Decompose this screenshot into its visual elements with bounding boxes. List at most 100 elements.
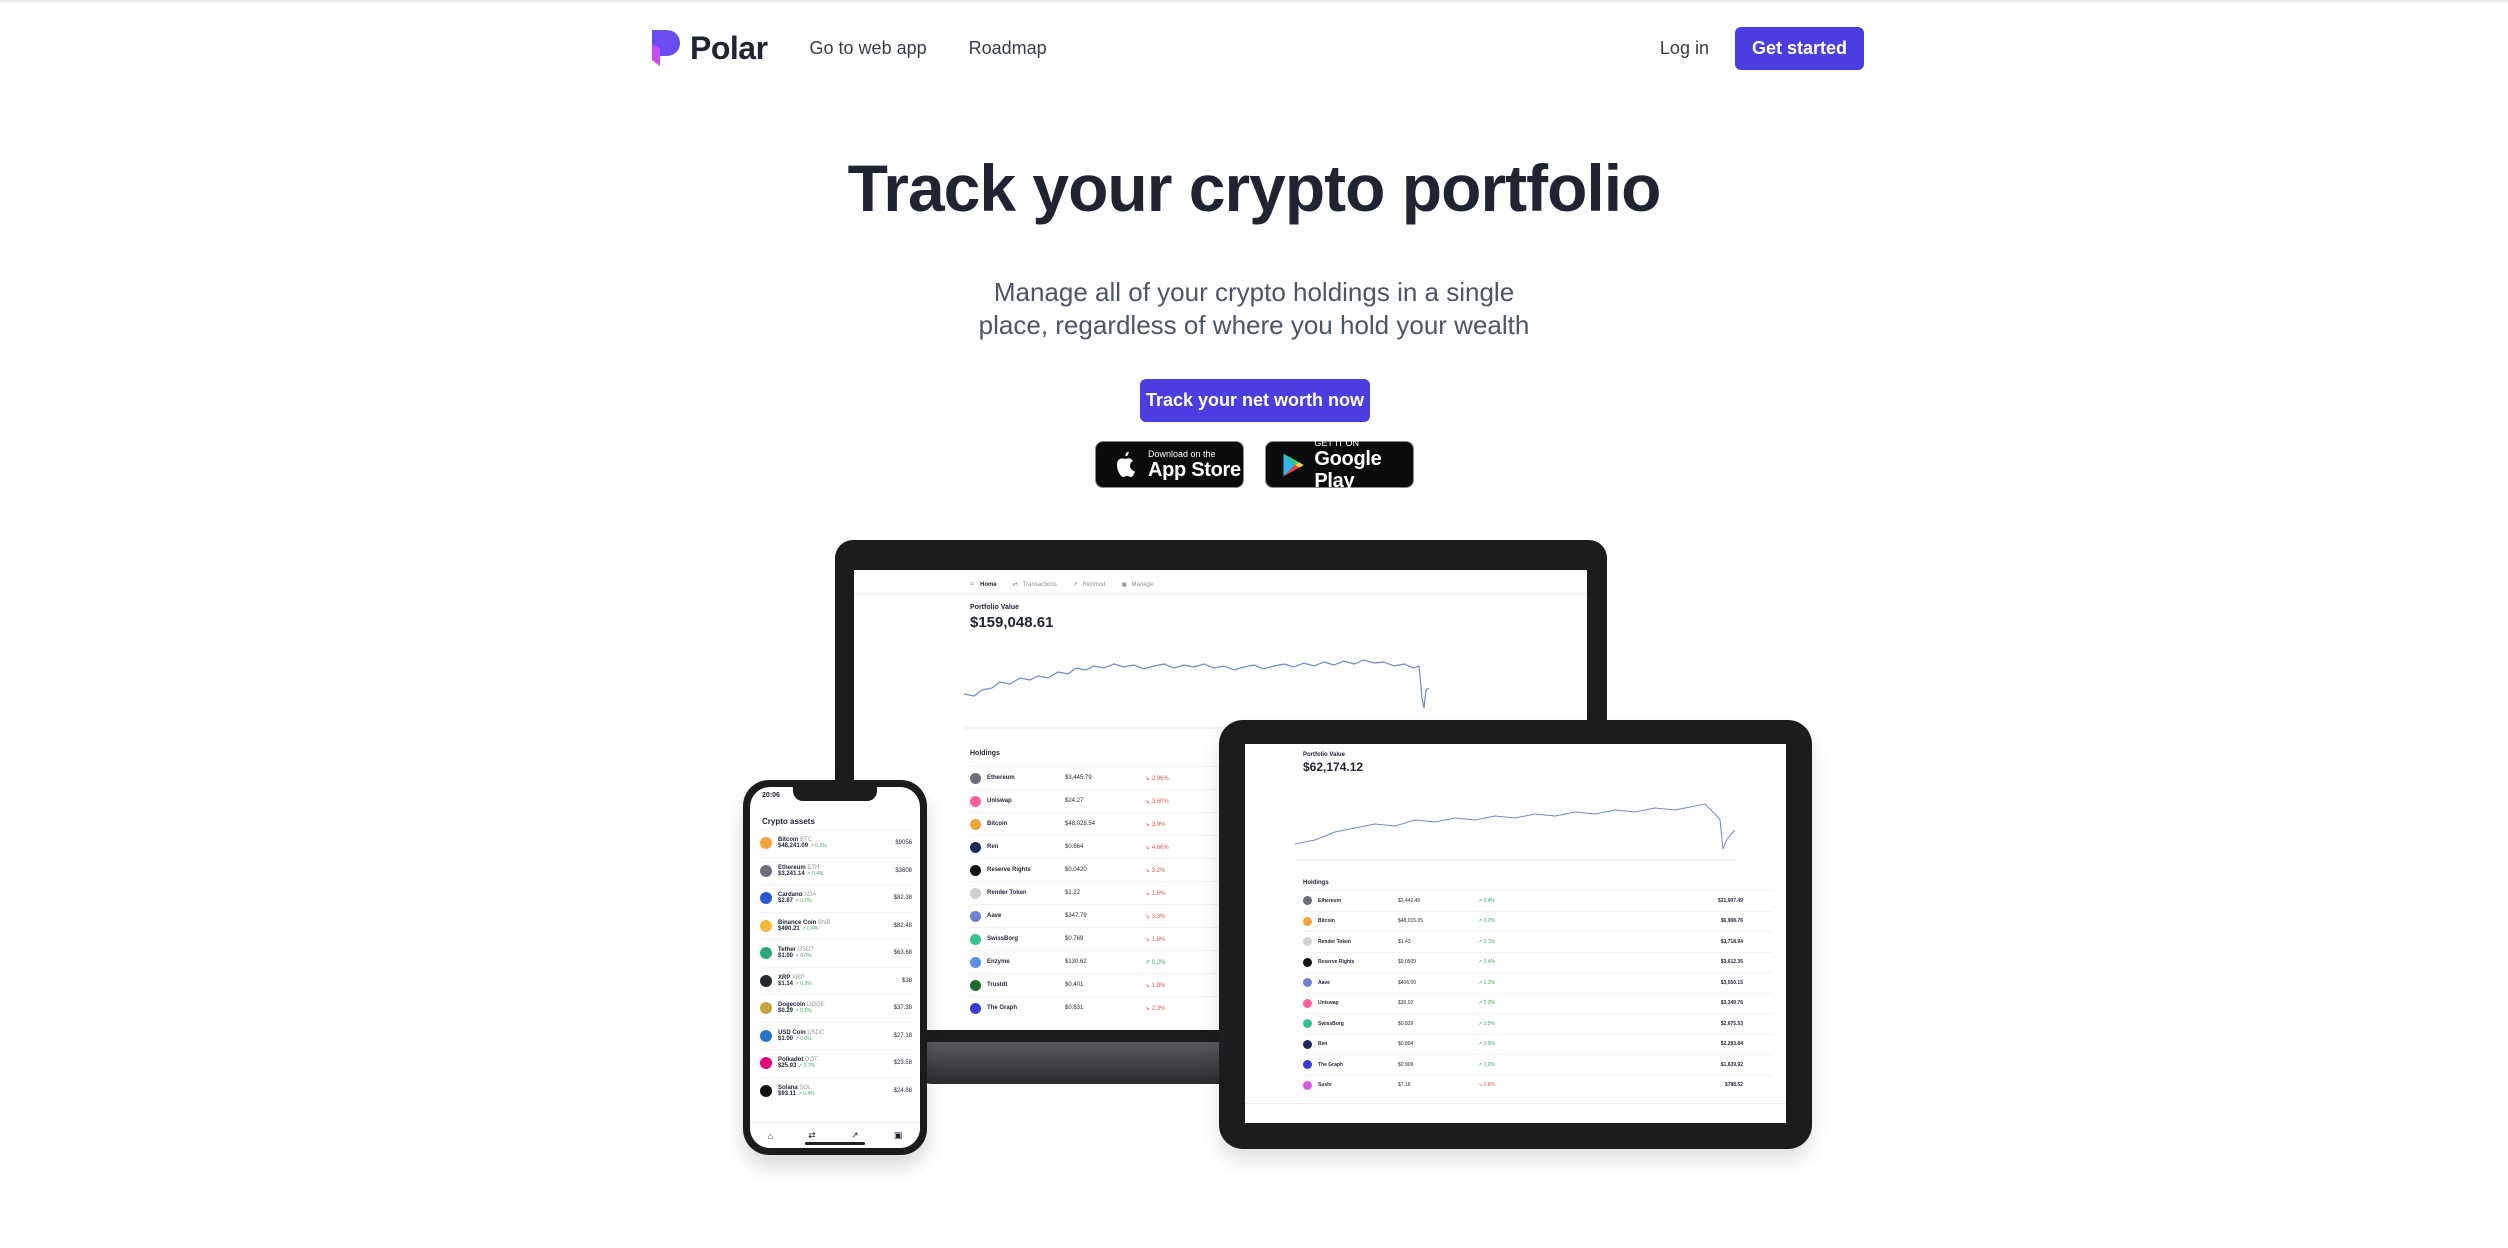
tablet-holding-row[interactable]: Sushi $7.16 ↘ 0.8% $788.52 xyxy=(1303,1074,1773,1096)
tablet-holding-row[interactable]: SwissBorg $0.839 ↗ 0.5% $2,675.53 xyxy=(1303,1013,1773,1034)
tab-manage[interactable]: ▣ Manage xyxy=(1121,576,1153,593)
holding-name-text: Trustdt xyxy=(987,982,1008,988)
app-store-big-text: App Store xyxy=(1148,458,1241,481)
holding-name: Trustdt xyxy=(970,979,1065,991)
phone-asset-info: Solana SOL $93.11 ↗ 0.4% xyxy=(778,1085,894,1097)
holding-name-text: Render Token xyxy=(987,890,1027,896)
login-link[interactable]: Log in xyxy=(1660,38,1709,59)
phone-asset-value: $82.48 xyxy=(893,922,912,929)
tab-renmod-label: Renmod xyxy=(1082,581,1106,588)
tablet-holding-name-text: Ethereum xyxy=(1318,897,1342,904)
holding-name-text: Enzyme xyxy=(987,959,1010,965)
tablet-holding-name-text: Sushi xyxy=(1318,1082,1332,1089)
holding-change: ↗ 0.2% xyxy=(1145,959,1166,966)
phone-asset-price: $2.87 xyxy=(778,898,794,905)
phone-trend-icon[interactable]: ↗ xyxy=(851,1130,859,1141)
phone-asset-row[interactable]: Solana SOL $93.11 ↗ 0.4% $24.88 xyxy=(760,1076,912,1105)
phone-asset-value: $82.38 xyxy=(893,895,912,902)
holding-price: $0.401 xyxy=(1065,982,1084,988)
phone-screen: 20:06 Crypto assets Bitcoin BTC $48,241.0… xyxy=(750,787,920,1148)
holding-price: $0.664 xyxy=(1065,844,1084,850)
tablet-holding-name: Ethereum xyxy=(1303,896,1398,906)
hero-subtitle: Manage all of your crypto holdings in a … xyxy=(954,276,1554,342)
google-play-badge[interactable]: GET IT ON Google Play xyxy=(1265,438,1414,492)
tablet-holding-row[interactable]: Reserve Rights $0.0509 ↗ 0.4% $3,612.35 xyxy=(1303,951,1773,973)
phone-asset-price: $3,241.14 xyxy=(778,870,805,877)
app-store-text: Download on the App Store xyxy=(1148,449,1241,481)
holding-price: $1.22 xyxy=(1065,890,1081,896)
coin-icon xyxy=(970,979,981,991)
phone-asset-change: ↗ 0.2% xyxy=(794,898,812,905)
tablet-holding-row[interactable]: Ren $0.804 ↗ 0.9% $2,293.84 xyxy=(1303,1033,1773,1055)
tablet-bottom-bar xyxy=(1245,1103,1786,1123)
phone-notch xyxy=(793,787,877,801)
tablet-holding-name: Sushi xyxy=(1303,1080,1398,1090)
tab-renmod[interactable]: ↗ Renmod xyxy=(1073,576,1106,593)
phone-asset-value: $38 xyxy=(901,977,912,984)
phone-manage-icon[interactable]: ▣ xyxy=(894,1130,903,1141)
google-play-icon xyxy=(1283,453,1304,476)
phone-transactions-icon[interactable]: ⇄ xyxy=(808,1130,816,1141)
tablet-holding-price: $0.0509 xyxy=(1398,959,1417,966)
nav-link-web-app[interactable]: Go to web app xyxy=(810,38,927,59)
trend-icon: ↗ xyxy=(1072,582,1078,588)
tablet-holding-name: Reserve Rights xyxy=(1303,957,1398,967)
holding-price: $0.769 xyxy=(1065,936,1084,942)
holding-name-text: The Graph xyxy=(987,1005,1018,1011)
phone-asset-row[interactable]: USD Coin USDC $1.00 ↗ 0.0% $27.18 xyxy=(760,1021,912,1050)
tablet-holding-change: ↗ 0.2% xyxy=(1478,918,1495,925)
hero-subtitle-line-1: Manage all of your crypto holdings in a … xyxy=(993,277,1515,307)
coin-icon xyxy=(970,887,981,899)
phone-asset-change: ↗ 0.7% xyxy=(798,1063,816,1070)
phone-asset-row[interactable]: Binance Coin BNB $490.21 ↗ 0.4% $82.48 xyxy=(760,911,912,940)
phone-asset-info: Ethereum ETH $3,241.14 ↗ 0.4% xyxy=(778,865,895,877)
phone-asset-row[interactable]: Dogecoin DOGE $0.29 ↗ 0.5% $37.38 xyxy=(760,994,912,1022)
tablet-portfolio-value: $62,174.12 xyxy=(1303,760,1364,774)
phone-asset-value: $23.58 xyxy=(893,1060,912,1067)
phone-asset-info: USD Coin USDC $1.00 ↗ 0.0% xyxy=(778,1030,894,1042)
track-net-worth-button[interactable]: Track your net worth now xyxy=(1140,379,1370,422)
phone-asset-price: $490.21 xyxy=(778,925,800,932)
tablet-holding-price: $406.09 xyxy=(1398,979,1417,986)
tablet-holding-row[interactable]: Bitcoin $48,015.05 ↗ 0.2% $6,908.76 xyxy=(1303,910,1773,932)
apple-icon xyxy=(1117,451,1135,477)
tablet-holding-row[interactable]: Ethereum $3,442.40 ↗ 0.4% $31,907.49 xyxy=(1303,890,1773,911)
tablet-holding-change: ↗ 1.0% xyxy=(1478,1061,1495,1068)
phone-asset-info: Tether USDT $1.00 ↗ 0.0% xyxy=(778,947,894,959)
phone-home-icon[interactable]: ⌂ xyxy=(768,1131,773,1141)
phone-asset-row[interactable]: XRP XRP $1.14 ↗ 0.3% $38 xyxy=(760,966,912,995)
coin-icon xyxy=(760,919,772,932)
tab-transactions[interactable]: ⇄ Transactions xyxy=(1013,576,1057,593)
phone-asset-row[interactable]: Bitcoin BTC $48,241.09 ↗ 0.2% $9056 xyxy=(760,829,912,857)
portfolio-value: $159,048.61 xyxy=(970,614,1054,631)
phone-asset-row[interactable]: Polkadot DOT $25.93 ↗ 0.7% $23.58 xyxy=(760,1049,912,1077)
tablet-holding-row[interactable]: The Graph $0.909 ↗ 1.0% $1,639.92 xyxy=(1303,1054,1773,1075)
phone-asset-price: $1.00 xyxy=(778,953,794,960)
holding-name-text: Ethereum xyxy=(987,775,1015,781)
phone-asset-row[interactable]: Cardano ADA $2.87 ↗ 0.2% $82.38 xyxy=(760,884,912,912)
tablet-portfolio-chart xyxy=(1295,803,1736,861)
tablet-holding-name: Bitcoin xyxy=(1303,916,1398,926)
tab-home[interactable]: ⌂ Home xyxy=(970,576,997,593)
hero-title: Track your crypto portfolio xyxy=(847,151,1662,225)
holding-price: $3,445.79 xyxy=(1065,775,1092,781)
coin-icon xyxy=(1303,1060,1312,1070)
tablet-holding-value: $2,675.53 xyxy=(1720,1020,1743,1027)
coin-icon xyxy=(760,864,772,877)
phone-asset-info: Bitcoin BTC $48,241.09 ↗ 0.2% xyxy=(778,837,895,849)
tablet-holding-row[interactable]: Render Token $1.43 ↗ 2.1% $3,718.94 xyxy=(1303,931,1773,952)
phone-asset-row[interactable]: Tether USDT $1.00 ↗ 0.0% $63.68 xyxy=(760,939,912,967)
phone-asset-value: $37.38 xyxy=(893,1005,912,1012)
phone-asset-price: $25.93 xyxy=(778,1063,797,1070)
coin-icon xyxy=(760,947,772,960)
coin-icon xyxy=(970,933,981,945)
brand-logo[interactable]: Polar xyxy=(646,28,768,68)
phone-asset-row[interactable]: Ethereum ETH $3,241.14 ↗ 0.4% $3608 xyxy=(760,856,912,885)
coin-icon xyxy=(760,892,772,905)
get-started-button[interactable]: Get started xyxy=(1734,26,1864,70)
nav-link-roadmap[interactable]: Roadmap xyxy=(969,38,1047,59)
phone-asset-info: Dogecoin DOGE $0.29 ↗ 0.5% xyxy=(778,1002,894,1014)
tablet-holding-row[interactable]: Aave $406.09 ↗ 1.2% $3,550.15 xyxy=(1303,972,1773,993)
app-store-badge[interactable]: Download on the App Store xyxy=(1095,441,1244,488)
tablet-holding-row[interactable]: Uniswap $30.02 ↗ 2.3% $3,349.76 xyxy=(1303,992,1773,1014)
